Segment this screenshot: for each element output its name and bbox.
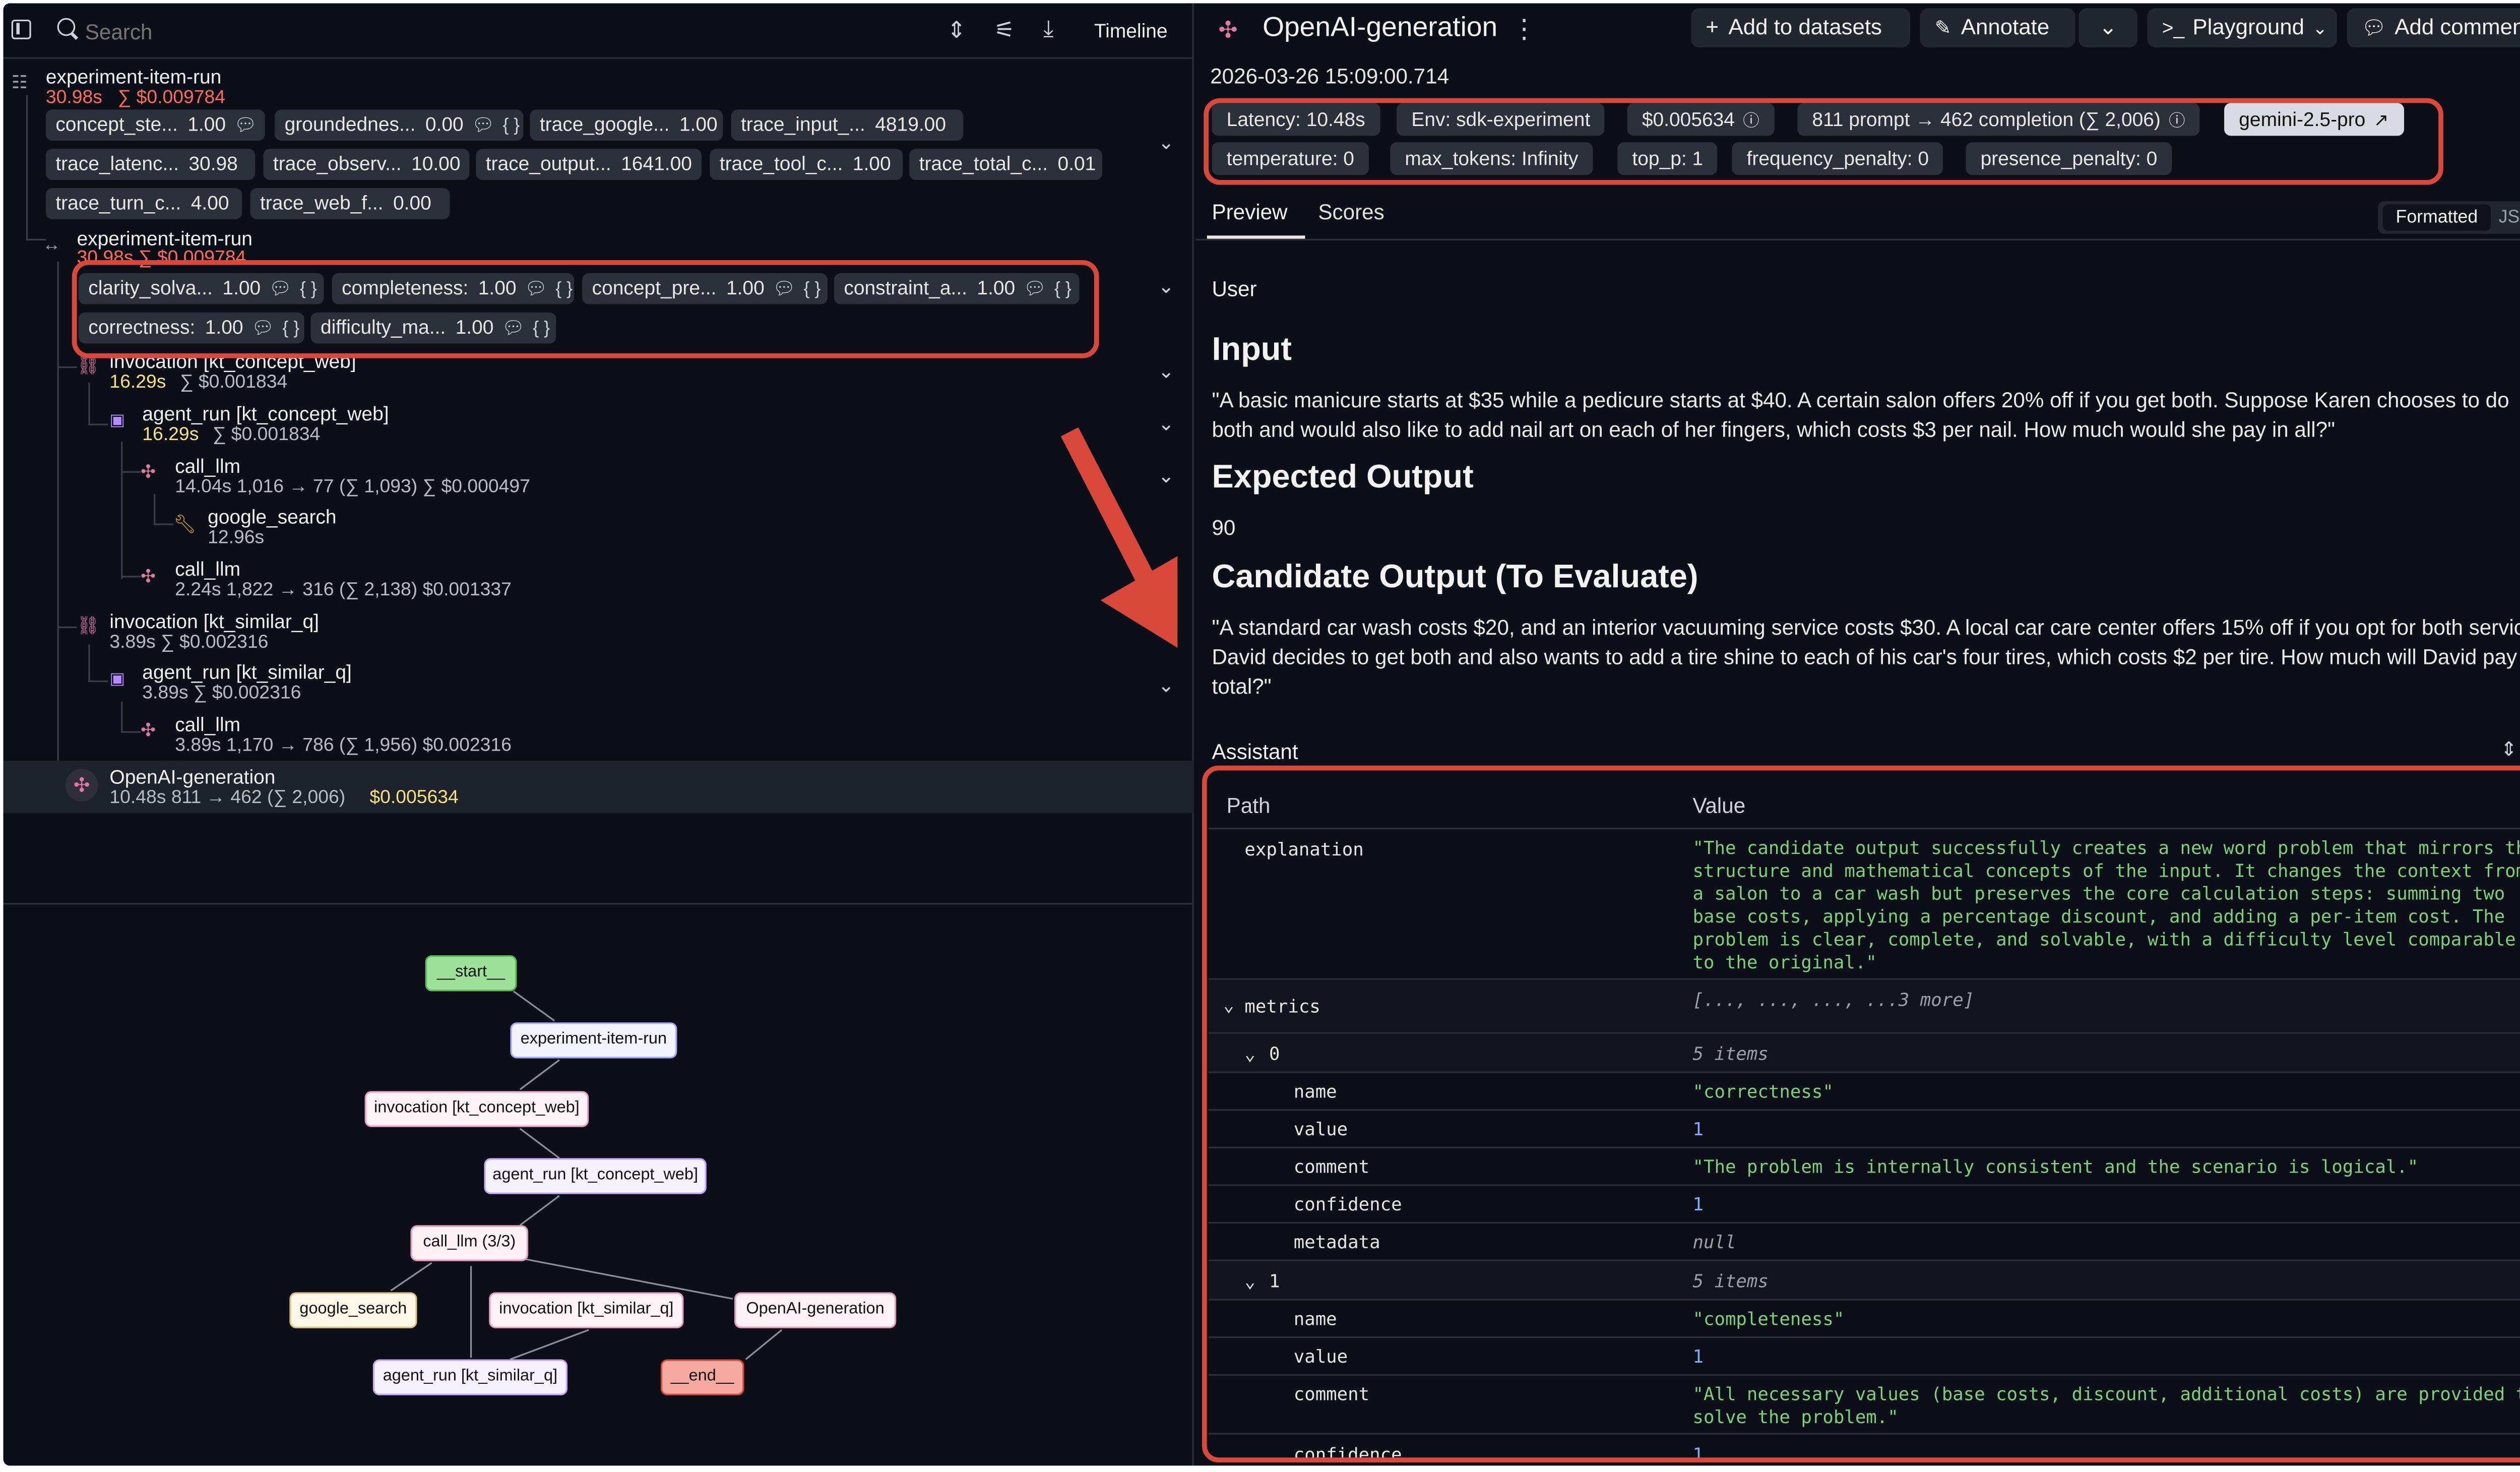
table-row[interactable]: metadata null bbox=[1208, 1223, 2520, 1261]
terminal-icon: >_ bbox=[2162, 16, 2185, 39]
detail-panel: ✣ OpenAI-generation ⋮ + Add to datasets ✎… bbox=[1195, 3, 2520, 1465]
row-path: name bbox=[1293, 1081, 1337, 1103]
input-text: "A basic manicure starts at $35 while a … bbox=[1212, 388, 2509, 442]
table-row[interactable]: comment "All necessary values (base cost… bbox=[1208, 1376, 2520, 1435]
playground-button[interactable]: >_ Playground ⌄ bbox=[2147, 8, 2337, 48]
row-value: 1 bbox=[1692, 1444, 1704, 1466]
input-heading: Input bbox=[1212, 332, 1292, 369]
chevron-down-icon: ⌄ bbox=[2312, 19, 2328, 39]
edit-icon: ✎ bbox=[1934, 16, 1951, 39]
row-path: confidence bbox=[1293, 1194, 1402, 1215]
external-link-icon: ↗ bbox=[2373, 111, 2389, 131]
expected-output-value: 90 bbox=[1212, 515, 1236, 540]
table-row[interactable]: confidence 1 bbox=[1208, 1186, 2520, 1224]
row-path: explanation bbox=[1244, 839, 1364, 861]
table-row[interactable]: ⌄ 0 5 items bbox=[1208, 1033, 2520, 1073]
playground-label: Playground bbox=[2192, 15, 2305, 39]
param-chip: temperature: 0 bbox=[1212, 142, 1369, 175]
row-path: 1 bbox=[1269, 1271, 1280, 1293]
more-options-icon[interactable]: ⋮ bbox=[1511, 13, 1537, 46]
column-header-path: Path bbox=[1226, 793, 1271, 818]
assistant-output-table: Path Value explanation "The candidate ou… bbox=[1208, 779, 2520, 1466]
chevron-down-icon[interactable]: ⌄ bbox=[1244, 1271, 1255, 1292]
param-chip: max_tokens: Infinity bbox=[1390, 142, 1593, 175]
cost-chip-label: $0.005634 bbox=[1642, 108, 1735, 131]
row-path: comment bbox=[1293, 1384, 1370, 1405]
row-path: metadata bbox=[1293, 1232, 1380, 1253]
table-row[interactable]: name "correctness" bbox=[1208, 1073, 2520, 1111]
user-section-label: User bbox=[1212, 276, 1257, 301]
table-row[interactable]: value 1 bbox=[1208, 1111, 2520, 1148]
row-value: 5 items bbox=[1692, 1044, 1769, 1065]
info-icon[interactable]: ⓘ bbox=[2169, 113, 2185, 131]
add-comment-label: Add comment bbox=[2395, 15, 2520, 39]
annotate-label: Annotate bbox=[1961, 15, 2050, 39]
annotate-dropdown-button[interactable]: ⌄ bbox=[2078, 8, 2138, 48]
app-window: ⇕ ⚟ ⤓ Timeline ☷ experiment-item-run 30.… bbox=[3, 3, 2520, 1466]
llm-icon: ✣ bbox=[1218, 16, 1238, 43]
table-row[interactable]: explanation "The candidate output succes… bbox=[1208, 829, 2520, 980]
table-row[interactable]: ⌄ metrics [..., ..., ..., ...3 more] bbox=[1208, 979, 2520, 1034]
param-chip: frequency_penalty: 0 bbox=[1732, 142, 1944, 175]
row-value: 1 bbox=[1692, 1346, 1704, 1368]
tokens-chip-label: 811 prompt → 462 completion (∑ 2,006) bbox=[1812, 108, 2161, 131]
tokens-chip: 811 prompt → 462 completion (∑ 2,006) ⓘ bbox=[1797, 103, 2200, 136]
row-path: name bbox=[1293, 1308, 1337, 1330]
env-chip: Env: sdk-experiment bbox=[1397, 103, 1605, 136]
row-value: "completeness" bbox=[1692, 1308, 1845, 1330]
row-value: "correctness" bbox=[1692, 1081, 1834, 1103]
add-to-datasets-label: Add to datasets bbox=[1728, 15, 1882, 39]
add-comment-button[interactable]: 💬︎ Add comment bbox=[2347, 8, 2520, 48]
assistant-section-label: Assistant bbox=[1212, 739, 1298, 764]
param-chip: top_p: 1 bbox=[1617, 142, 1718, 175]
info-icon[interactable]: ⓘ bbox=[1743, 113, 1759, 131]
chevron-down-icon[interactable]: ⌄ bbox=[1244, 1044, 1255, 1065]
row-value: null bbox=[1692, 1232, 1736, 1253]
row-path: value bbox=[1293, 1346, 1348, 1368]
table-row[interactable]: name "completeness" bbox=[1208, 1301, 2520, 1338]
timestamp: 2026-03-26 15:09:00.714 bbox=[1210, 64, 1450, 89]
chevron-down-icon: ⌄ bbox=[2099, 15, 2118, 39]
model-chip-label: gemini-2.5-pro bbox=[2239, 108, 2366, 131]
latency-chip: Latency: 10.48s bbox=[1212, 103, 1380, 136]
view-toggle: Formatted JSON bbox=[2378, 201, 2520, 234]
row-path: comment bbox=[1293, 1156, 1370, 1178]
param-chip: presence_penalty: 0 bbox=[1966, 142, 2172, 175]
add-to-datasets-button[interactable]: + Add to datasets bbox=[1691, 8, 1911, 48]
table-row[interactable]: confidence 1 bbox=[1209, 1435, 2520, 1466]
row-value: "The candidate output successfully creat… bbox=[1692, 837, 2520, 973]
table-row[interactable]: value 1 bbox=[1208, 1338, 2520, 1376]
chevron-down-icon[interactable]: ⌄ bbox=[1223, 995, 1234, 1016]
column-header-value: Value bbox=[1692, 793, 1746, 818]
row-value: "The problem is internally consistent an… bbox=[1692, 1156, 2419, 1178]
row-path: 0 bbox=[1269, 1044, 1280, 1065]
row-value: "All necessary values (base costs, disco… bbox=[1692, 1384, 2520, 1428]
tab-scores[interactable]: Scores bbox=[1318, 200, 1384, 224]
row-path: metrics bbox=[1244, 996, 1320, 1018]
row-value: 1 bbox=[1692, 1194, 1704, 1215]
candidate-output-heading: Candidate Output (To Evaluate) bbox=[1212, 559, 1698, 596]
cost-chip: $0.005634 ⓘ bbox=[1627, 103, 1774, 136]
expected-output-heading: Expected Output bbox=[1212, 459, 1474, 496]
row-value: 5 items bbox=[1692, 1271, 1769, 1293]
json-toggle[interactable]: JSON bbox=[2496, 205, 2520, 231]
table-row[interactable]: ⌄ 1 5 items bbox=[1208, 1261, 2520, 1301]
row-value: [..., ..., ..., ...3 more] bbox=[1692, 990, 1975, 1011]
row-value: 1 bbox=[1692, 1119, 1704, 1140]
formatted-toggle[interactable]: Formatted bbox=[2382, 204, 2491, 231]
observation-title: OpenAI-generation bbox=[1263, 11, 1498, 43]
model-chip[interactable]: gemini-2.5-pro ↗ bbox=[2224, 103, 2404, 136]
table-row[interactable]: comment "The problem is internally consi… bbox=[1208, 1148, 2520, 1186]
expand-icon[interactable]: ⇕ bbox=[2500, 738, 2517, 760]
tab-preview[interactable]: Preview bbox=[1212, 200, 1287, 224]
row-path: value bbox=[1293, 1119, 1348, 1140]
row-path: confidence bbox=[1293, 1444, 1402, 1466]
annotate-button[interactable]: ✎ Annotate bbox=[1920, 8, 2075, 48]
comment-icon: 💬︎ bbox=[2361, 16, 2387, 39]
candidate-output-text: "A standard car wash costs $20, and an i… bbox=[1212, 615, 2520, 699]
